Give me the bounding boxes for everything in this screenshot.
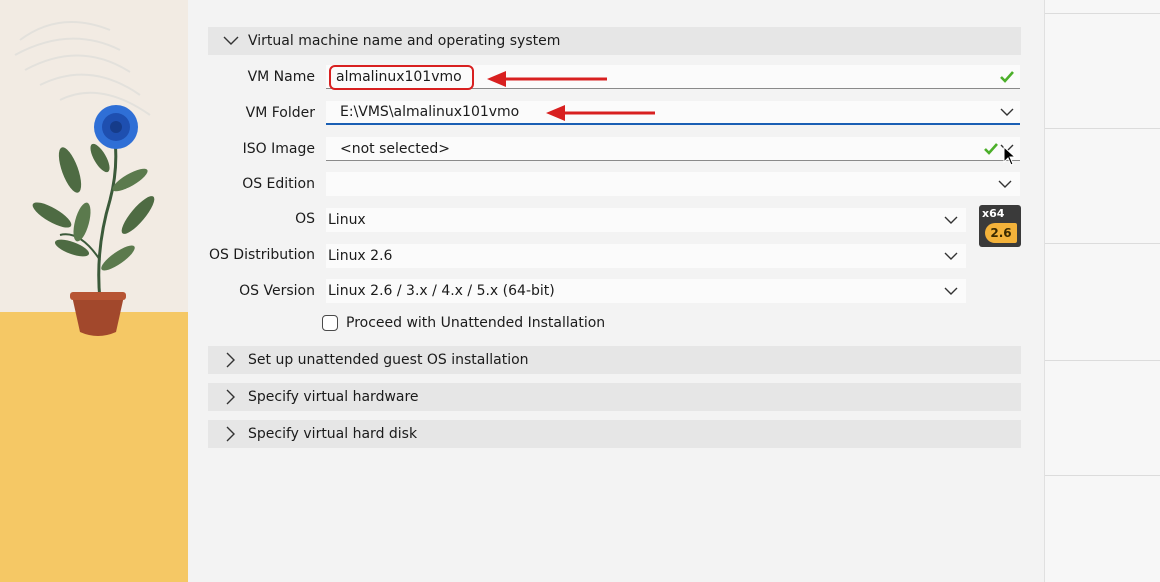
vm-folder-label: VM Folder <box>245 105 315 121</box>
section-name-os-header[interactable]: Virtual machine name and operating syste… <box>208 27 1021 55</box>
checkmark-icon <box>1000 70 1014 83</box>
chevron-right-icon <box>222 388 240 406</box>
chevron-down-icon <box>944 216 958 224</box>
os-edition-label: OS Edition <box>242 176 315 192</box>
chevron-right-icon <box>222 425 240 443</box>
section-hard-disk-header[interactable]: Specify virtual hard disk <box>208 420 1021 448</box>
section-title: Specify virtual hardware <box>248 389 419 405</box>
section-title: Specify virtual hard disk <box>248 426 418 442</box>
os-label: OS <box>295 211 315 227</box>
chevron-down-icon <box>222 32 240 50</box>
iso-image-field[interactable]: <not selected> <box>326 137 1020 161</box>
os-version-label: OS Version <box>239 283 315 299</box>
os-distribution-label: OS Distribution <box>208 247 315 263</box>
vm-name-field[interactable]: almalinux101vmo <box>326 65 1020 89</box>
vm-name-value: almalinux101vmo <box>336 68 462 85</box>
checkmark-icon <box>984 142 998 155</box>
iso-image-value: <not selected> <box>340 140 450 157</box>
os-version-value: Linux 2.6 / 3.x / 4.x / 5.x (64-bit) <box>328 283 555 299</box>
section-unattended-header[interactable]: Set up unattended guest OS installation <box>208 346 1021 374</box>
vm-folder-field[interactable]: E:\VMS\almalinux101vmo <box>326 101 1020 125</box>
chevron-right-icon <box>222 351 240 369</box>
os-select[interactable]: Linux <box>326 208 966 232</box>
vm-folder-value: E:\VMS\almalinux101vmo <box>340 104 520 120</box>
section-title: Set up unattended guest OS installation <box>248 352 529 368</box>
os-badge-arch: x64 <box>982 207 1005 220</box>
os-badge-version: 2.6 <box>985 223 1017 243</box>
background-window <box>1044 0 1160 582</box>
os-type-icon: x64 2.6 <box>979 205 1021 247</box>
chevron-down-icon[interactable] <box>1000 144 1014 153</box>
unattended-install-label: Proceed with Unattended Installation <box>346 315 606 331</box>
wizard-illustration <box>0 0 188 582</box>
flower-illustration <box>14 21 155 336</box>
vm-folder-dropdown-button[interactable] <box>1000 108 1020 117</box>
chevron-down-icon <box>944 287 958 295</box>
section-hardware-header[interactable]: Specify virtual hardware <box>208 383 1021 411</box>
unattended-install-checkbox[interactable]: Proceed with Unattended Installation <box>322 315 605 331</box>
checkbox-box[interactable] <box>322 315 338 331</box>
os-value: Linux <box>328 212 366 228</box>
iso-image-label: ISO Image <box>242 141 315 157</box>
os-distribution-select[interactable]: Linux 2.6 <box>326 244 966 268</box>
chevron-down-icon <box>944 252 958 260</box>
vm-name-label: VM Name <box>247 69 315 85</box>
chevron-down-icon <box>1000 108 1014 116</box>
section-title: Virtual machine name and operating syste… <box>248 33 561 49</box>
os-distribution-value: Linux 2.6 <box>328 248 393 264</box>
os-version-select[interactable]: Linux 2.6 / 3.x / 4.x / 5.x (64-bit) <box>326 279 966 303</box>
chevron-down-icon <box>998 180 1012 188</box>
os-edition-select[interactable] <box>326 172 1020 196</box>
